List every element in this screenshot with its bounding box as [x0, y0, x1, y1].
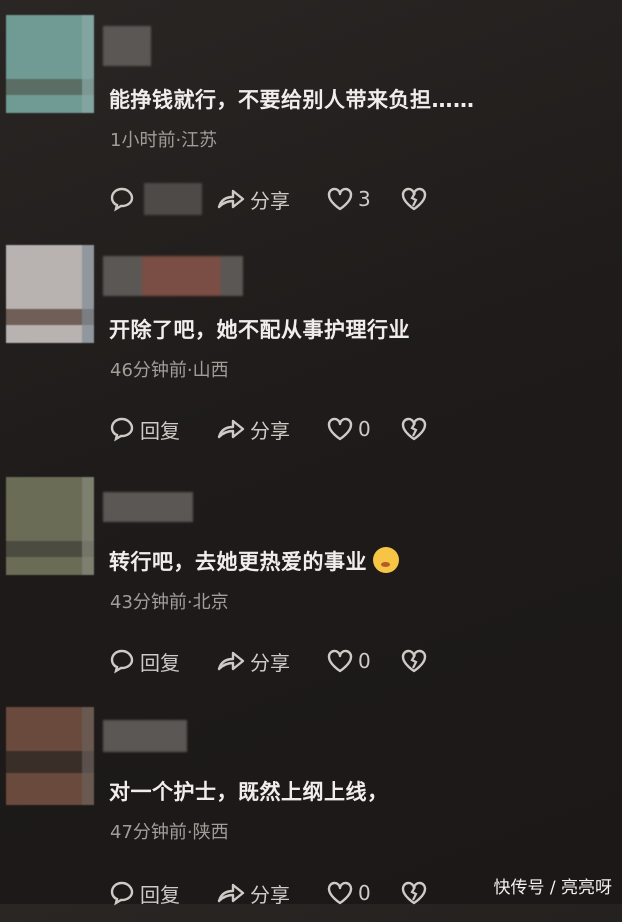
comment-text: 能挣钱就行，不要给别人带来负担……	[109, 88, 475, 112]
comment-item: 能挣钱就行，不要给别人带来负担…… 1小时前·江苏 分享 3	[0, 0, 622, 230]
username-blurred[interactable]	[103, 492, 193, 522]
share-button[interactable]: 分享	[216, 876, 290, 910]
watermark: 快传号 / 亮亮呀	[493, 878, 612, 898]
username-blurred[interactable]	[103, 256, 243, 296]
share-label: 分享	[250, 650, 290, 675]
reply-button[interactable]: 回复	[108, 876, 180, 910]
comment-meta: 47分钟前·陕西	[110, 822, 229, 843]
like-button[interactable]: 0	[326, 644, 371, 678]
broken-heart-icon	[400, 186, 428, 212]
avatar[interactable]	[6, 707, 94, 805]
reply-button[interactable]	[108, 182, 202, 216]
dislike-button[interactable]	[400, 876, 428, 910]
share-icon	[216, 415, 246, 443]
like-count: 0	[358, 881, 371, 905]
heart-icon	[326, 186, 354, 212]
reply-button[interactable]: 回复	[108, 412, 180, 446]
dislike-button[interactable]	[400, 644, 428, 678]
avatar[interactable]	[6, 477, 94, 575]
comment-text-content: 转行吧，去她更热爱的事业	[109, 550, 367, 574]
comment-meta: 46分钟前·山西	[110, 360, 229, 381]
like-count: 0	[358, 417, 371, 441]
dislike-button[interactable]	[400, 412, 428, 446]
reply-icon	[108, 185, 136, 213]
reply-label: 回复	[140, 882, 180, 907]
username-blurred[interactable]	[103, 720, 187, 752]
like-button[interactable]: 0	[326, 412, 371, 446]
action-bar: 分享 3	[108, 182, 448, 216]
share-icon	[216, 185, 246, 213]
share-label: 分享	[250, 882, 290, 907]
reply-icon	[108, 647, 136, 675]
action-bar: 回复 分享 0	[108, 876, 448, 910]
share-button[interactable]: 分享	[216, 182, 290, 216]
share-label: 分享	[250, 418, 290, 443]
heart-icon	[326, 648, 354, 674]
comment-text: 转行吧，去她更热爱的事业	[109, 546, 399, 576]
action-bar: 回复 分享 0	[108, 644, 448, 678]
broken-heart-icon	[400, 416, 428, 442]
reply-count-blurred	[144, 183, 202, 215]
comment-item: 转行吧，去她更热爱的事业 43分钟前·北京 回复 分享 0	[0, 462, 622, 692]
share-button[interactable]: 分享	[216, 412, 290, 446]
like-count: 0	[358, 649, 371, 673]
action-bar: 回复 分享 0	[108, 412, 448, 446]
comment-text: 开除了吧，她不配从事护理行业	[109, 318, 410, 342]
like-button[interactable]: 3	[326, 182, 371, 216]
face-emoji-icon	[373, 547, 399, 573]
heart-icon	[326, 880, 354, 906]
reply-icon	[108, 415, 136, 443]
share-icon	[216, 879, 246, 907]
comment-meta: 1小时前·江苏	[110, 130, 218, 151]
share-label: 分享	[250, 188, 290, 213]
username-blurred[interactable]	[103, 26, 151, 66]
reply-button[interactable]: 回复	[108, 644, 180, 678]
comment-item: 开除了吧，她不配从事护理行业 46分钟前·山西 回复 分享 0	[0, 230, 622, 460]
broken-heart-icon	[400, 648, 428, 674]
avatar[interactable]	[6, 245, 94, 343]
reply-label: 回复	[140, 418, 180, 443]
reply-label: 回复	[140, 650, 180, 675]
comment-meta: 43分钟前·北京	[110, 592, 229, 613]
share-button[interactable]: 分享	[216, 644, 290, 678]
reply-icon	[108, 879, 136, 907]
broken-heart-icon	[400, 880, 428, 906]
avatar[interactable]	[6, 15, 94, 113]
dislike-button[interactable]	[400, 182, 428, 216]
like-count: 3	[358, 187, 371, 211]
share-icon	[216, 647, 246, 675]
heart-icon	[326, 416, 354, 442]
like-button[interactable]: 0	[326, 876, 371, 910]
comment-text: 对一个护士，既然上纲上线，	[109, 780, 389, 804]
